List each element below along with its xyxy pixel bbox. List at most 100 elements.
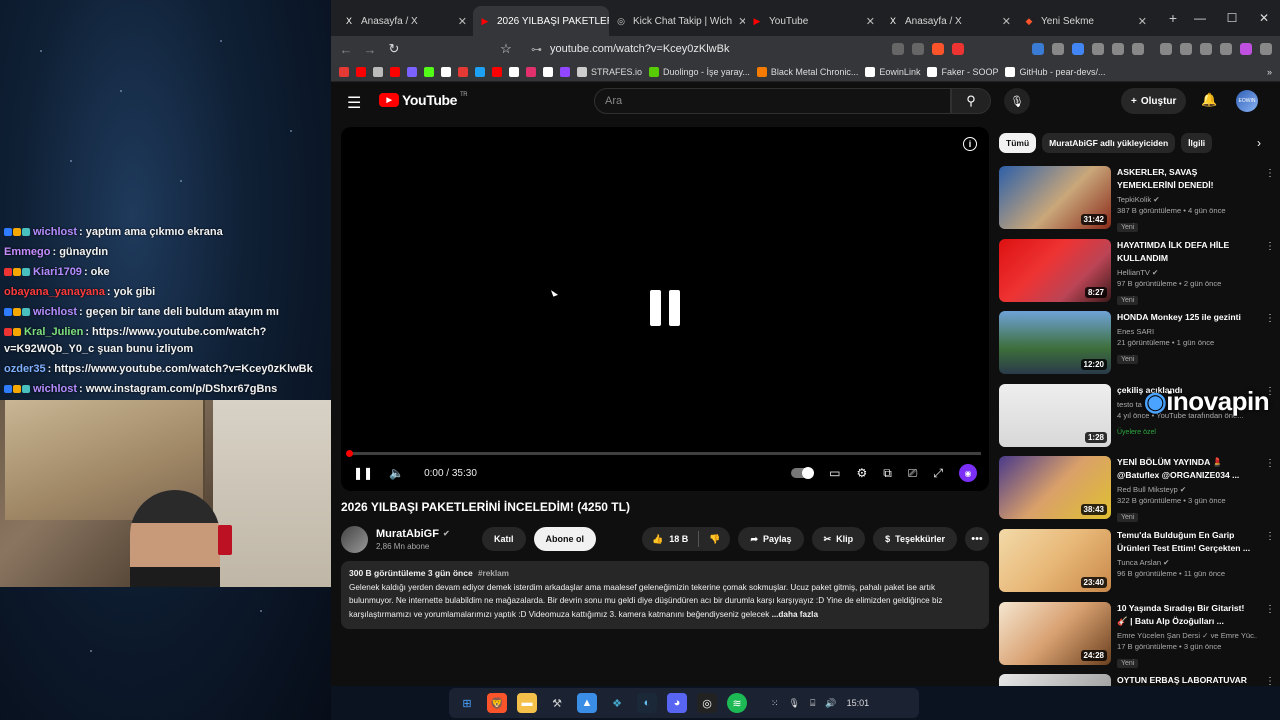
show-more-link[interactable]: ...daha fazla — [772, 610, 818, 619]
video-title[interactable]: 10 Yaşında Sıradışı Bir Gitarist! 🎸 | Ba… — [1117, 602, 1257, 628]
recommended-video[interactable]: 38:43 YENİ BÖLÜM YAYINDA 💄 @Batuflex @ORG… — [999, 456, 1275, 529]
bookmark-item[interactable] — [560, 66, 570, 77]
channel-name[interactable]: Enes SARI — [1117, 326, 1257, 337]
create-button[interactable]: + Oluştur — [1121, 88, 1187, 114]
hashtag-link[interactable]: #reklam — [478, 569, 509, 578]
more-vertical-icon[interactable]: ⋮ — [1265, 604, 1275, 615]
chip-related[interactable]: İlgili — [1181, 133, 1213, 153]
bookmark-item[interactable] — [441, 66, 451, 77]
spotify-icon[interactable]: ≋ — [727, 693, 747, 713]
extension-2-icon[interactable] — [1052, 43, 1064, 55]
steam-icon[interactable]: ◐ — [637, 693, 657, 713]
extension-1-icon[interactable] — [1032, 43, 1044, 55]
browser-tab[interactable]: X Anasayfa / X ✕ — [881, 6, 1017, 36]
recommended-video[interactable]: 24:28 10 Yaşında Sıradışı Bir Gitarist! 🎸… — [999, 601, 1275, 675]
thanks-button[interactable]: $ Teşekkürler — [873, 527, 957, 551]
bookmark-item[interactable]: STRAFES.io — [577, 66, 642, 77]
info-icon[interactable]: i — [963, 137, 977, 151]
notifications-bell-icon[interactable]: 🔔 — [1201, 92, 1217, 108]
profile-icon[interactable] — [1240, 43, 1252, 55]
sidebar-icon[interactable] — [1160, 43, 1172, 55]
windows-start-icon[interactable]: ⊞ — [457, 693, 477, 713]
url-field[interactable]: ⊶ youtube.com/watch?v=Kcey0zKlwBk — [531, 43, 882, 56]
channel-name[interactable]: MuratAbiGF ✔ — [376, 528, 456, 540]
bookmark-item[interactable] — [424, 66, 434, 77]
chevron-right-icon[interactable]: › — [1249, 136, 1269, 150]
channel-name[interactable]: Emre Yücelen Şan Dersi ✓ ve Emre Yüc... — [1117, 630, 1257, 641]
bookmark-item[interactable]: Duolingo - İşe yaray... — [649, 66, 750, 77]
bookmark-item[interactable] — [475, 66, 485, 77]
video-title[interactable]: HONDA Monkey 125 ile gezinti — [1117, 311, 1257, 324]
video-thumbnail[interactable]: 12:20 — [999, 311, 1111, 375]
microphone-icon[interactable]: 🎙 — [1004, 88, 1030, 114]
share-button[interactable]: ➦ Paylaş — [738, 527, 804, 551]
video-title[interactable]: YENİ BÖLÜM YAYINDA 💄 @Batuflex @ORGANIZE… — [1117, 456, 1257, 482]
fullscreen-icon[interactable]: ⤢ — [933, 466, 943, 481]
photos-icon[interactable]: ▲ — [577, 693, 597, 713]
chip-from-uploader[interactable]: MuratAbiGF adlı yükleyiciden — [1042, 133, 1176, 153]
wallet-icon[interactable] — [1180, 43, 1192, 55]
tab-close-icon[interactable]: ✕ — [866, 15, 875, 28]
bookmark-item[interactable] — [407, 66, 417, 77]
description-box[interactable]: 300 B görüntüleme 3 gün önce #reklam Gel… — [341, 561, 989, 629]
bookmark-item[interactable] — [390, 66, 400, 77]
file-explorer-icon[interactable]: ▬ — [517, 693, 537, 713]
extension-5-icon[interactable] — [1112, 43, 1124, 55]
browser-tab[interactable]: ▶2026 YILBAŞI PAKETLERİ✕ — [473, 6, 609, 36]
obs-icon[interactable]: ◎ — [697, 693, 717, 713]
back-icon[interactable]: ← — [339, 42, 353, 57]
video-title[interactable]: Temu'da Bulduğum En Garip Ürünleri Test … — [1117, 529, 1257, 555]
settings-gear-icon[interactable]: ⚙ — [856, 466, 867, 480]
pause-overlay-icon[interactable] — [650, 290, 680, 326]
video-title[interactable]: ASKERLER, SAVAŞ YEMEKLERİNİ DENEDİ! — [1117, 166, 1257, 192]
search-input[interactable]: Ara — [594, 88, 951, 114]
channel-avatar[interactable] — [341, 525, 368, 553]
browser-tab[interactable]: X Anasayfa / X ✕ — [337, 6, 473, 36]
clock[interactable]: 15:01 — [847, 698, 870, 708]
menu-icon[interactable] — [1260, 43, 1272, 55]
channel-name[interactable]: Red Bull Miksteyp ✔ — [1117, 484, 1257, 495]
browser-tab[interactable]: ▶ YouTube ✕ — [745, 6, 881, 36]
bookmark-item[interactable] — [339, 66, 349, 77]
video-thumbnail[interactable]: 38:43 — [999, 456, 1111, 520]
tray-apps-icon[interactable]: ⁙ — [771, 698, 779, 709]
progress-bar[interactable] — [346, 450, 981, 457]
like-button[interactable]: 👍 18 B — [642, 531, 700, 547]
video-thumbnail[interactable]: 8:27 — [999, 238, 1111, 302]
more-actions-icon[interactable]: ••• — [965, 527, 989, 551]
recommended-video[interactable]: 12:20 HONDA Monkey 125 ile gezinti Enes SA… — [999, 311, 1275, 384]
recommended-video[interactable]: 23:40 Temu'da Bulduğum En Garip Ürünleri … — [999, 528, 1275, 602]
brave-rewards-icon[interactable] — [952, 43, 964, 55]
cast-icon[interactable] — [892, 43, 904, 55]
video-thumbnail[interactable]: 1:28 — [999, 383, 1111, 447]
menu-hamburger-icon[interactable]: ☰ — [347, 93, 361, 113]
bookmark-item[interactable] — [373, 66, 383, 77]
chip-all[interactable]: Tümü — [999, 133, 1037, 153]
miniplayer-icon[interactable]: ⧉ — [883, 466, 892, 481]
cast-icon[interactable]: ⎚ — [908, 466, 918, 481]
forward-icon[interactable]: → — [363, 42, 377, 57]
brave-browser-icon[interactable]: 🦁 — [487, 693, 507, 713]
channel-name[interactable]: HellianTV ✔ — [1117, 267, 1257, 278]
autoplay-toggle[interactable] — [791, 467, 815, 479]
bookmark-icon[interactable]: ☆ — [499, 41, 513, 57]
dislike-button thumbs-down-icon[interactable]: 👎 — [699, 534, 730, 545]
discord-icon[interactable]: ◕ — [667, 693, 687, 713]
tab-close-icon[interactable]: ✕ — [738, 15, 745, 28]
bookmark-item[interactable] — [543, 66, 553, 77]
new-tab-button[interactable]: + — [1161, 10, 1185, 26]
bookmark-item[interactable] — [458, 66, 468, 77]
more-vertical-icon[interactable]: ⋮ — [1265, 458, 1275, 469]
search-icon[interactable]: ⚲ — [951, 88, 991, 114]
clip-button[interactable]: ✂ Klip — [811, 527, 866, 551]
recommended-video[interactable]: 8:27 HAYATIMDA İLK DEFA HİLE KULLANDIM Hel… — [999, 238, 1275, 312]
brave-shield-icon[interactable] — [932, 43, 944, 55]
extension-6-icon[interactable] — [1132, 43, 1144, 55]
minimize-button[interactable]: — — [1184, 11, 1216, 25]
vpn-icon[interactable] — [1220, 43, 1232, 55]
bookmark-item[interactable] — [492, 66, 502, 77]
browser-tab[interactable]: ◆ Yeni Sekme ✕ — [1017, 6, 1153, 36]
tab-close-icon[interactable]: ✕ — [1138, 15, 1147, 28]
subscribe-button[interactable]: Abone ol — [533, 527, 597, 551]
volume-tray-icon[interactable]: 🔊 — [825, 698, 836, 709]
